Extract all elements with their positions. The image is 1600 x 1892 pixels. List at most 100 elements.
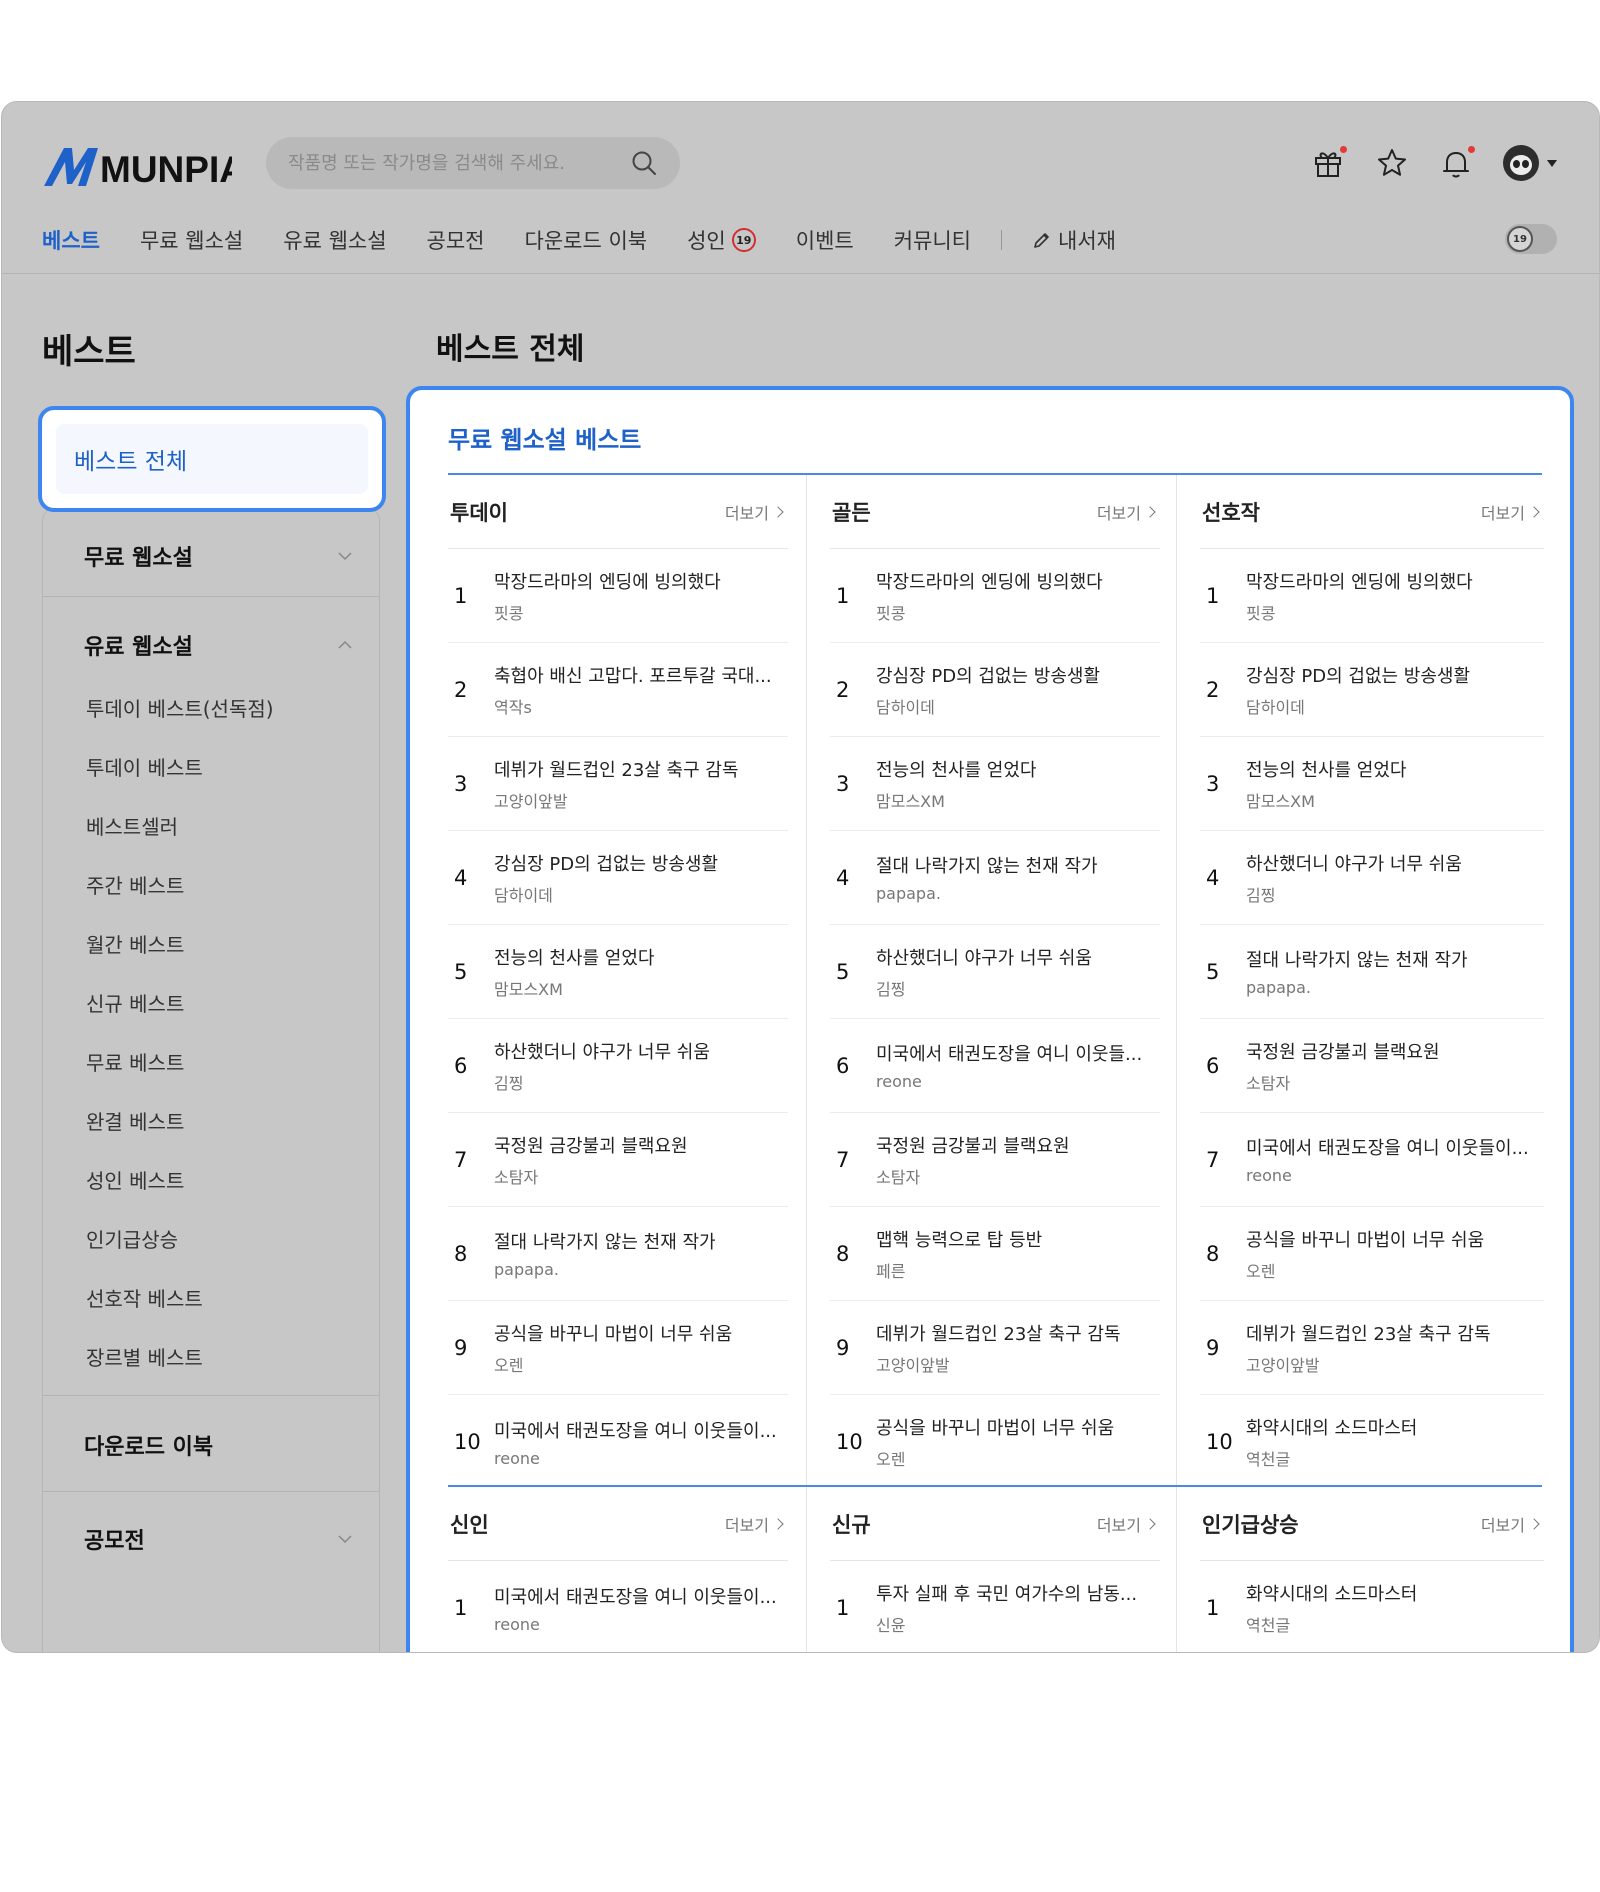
nav-community[interactable]: 커뮤니티 — [894, 225, 971, 255]
profile-menu[interactable] — [1503, 145, 1557, 181]
novel-title[interactable]: 미국에서 태권도장을 여니 이웃들... — [876, 1040, 1160, 1066]
sidebar-item-genre-best[interactable]: 장르별 베스트 — [86, 1342, 203, 1371]
novel-title[interactable]: 국정원 금강불괴 블랙요원 — [494, 1132, 788, 1158]
ranking-item[interactable]: 9 데뷔가 월드컵인 23살 축구 감독 고양이앞발 — [830, 1301, 1160, 1395]
more-link[interactable]: 더보기 — [725, 1512, 788, 1536]
novel-title[interactable]: 하산했더니 야구가 너무 쉬움 — [876, 944, 1160, 970]
nav-my-library[interactable]: 내서재 — [1032, 225, 1116, 255]
novel-title[interactable]: 데뷔가 월드컵인 23살 축구 감독 — [494, 756, 788, 782]
ranking-item[interactable]: 9 공식을 바꾸니 마법이 너무 쉬움 오렌 — [448, 1301, 788, 1395]
sidebar-item-preferred-best[interactable]: 선호작 베스트 — [86, 1283, 203, 1312]
sidebar-item-monthly-best[interactable]: 월간 베스트 — [86, 929, 184, 958]
sidebar-item-best-all[interactable]: 베스트 전체 — [38, 406, 386, 512]
ranking-item[interactable]: 10 공식을 바꾸니 마법이 너무 쉬움 오렌 — [830, 1395, 1160, 1489]
novel-title[interactable]: 데뷔가 월드컵인 23살 축구 감독 — [876, 1320, 1160, 1346]
novel-title[interactable]: 국정원 금강불괴 블랙요원 — [876, 1132, 1160, 1158]
novel-title[interactable]: 전능의 천사를 얻었다 — [876, 756, 1160, 782]
novel-title[interactable]: 강심장 PD의 겁없는 방송생활 — [876, 662, 1160, 688]
novel-title[interactable]: 공식을 바꾸니 마법이 너무 쉬움 — [876, 1414, 1160, 1440]
novel-title[interactable]: 하산했더니 야구가 너무 쉬움 — [1246, 850, 1544, 876]
sidebar-item-bestseller[interactable]: 베스트셀러 — [86, 811, 178, 840]
novel-title[interactable]: 절대 나락가지 않는 천재 작가 — [876, 852, 1160, 878]
nav-contest[interactable]: 공모전 — [427, 225, 485, 255]
ranking-item[interactable]: 4 강심장 PD의 겁없는 방송생활 담하이데 — [448, 831, 788, 925]
favorites-button[interactable] — [1375, 146, 1409, 180]
ranking-item[interactable]: 1 미국에서 태권도장을 여니 이웃들이... reone — [448, 1561, 788, 1652]
ranking-item[interactable]: 7 국정원 금강불괴 블랙요원 소탐자 — [448, 1113, 788, 1207]
search-bar[interactable] — [266, 137, 680, 189]
novel-title[interactable]: 미국에서 태권도장을 여니 이웃들이... — [494, 1417, 788, 1443]
sidebar-item-trending[interactable]: 인기급상승 — [86, 1224, 178, 1253]
ranking-item[interactable]: 10 미국에서 태권도장을 여니 이웃들이... reone — [448, 1395, 788, 1489]
ranking-item[interactable]: 5 절대 나락가지 않는 천재 작가 papapa. — [1200, 925, 1544, 1019]
ranking-item[interactable]: 1 투자 실패 후 국민 여가수의 남동... 신윤 — [830, 1561, 1160, 1652]
novel-title[interactable]: 미국에서 태권도장을 여니 이웃들이... — [494, 1583, 788, 1609]
novel-title[interactable]: 강심장 PD의 겁없는 방송생활 — [1246, 662, 1544, 688]
novel-title[interactable]: 화약시대의 소드마스터 — [1246, 1580, 1544, 1606]
ranking-item[interactable]: 6 하산했더니 야구가 너무 쉬움 김찡 — [448, 1019, 788, 1113]
novel-title[interactable]: 절대 나락가지 않는 천재 작가 — [1246, 946, 1544, 972]
novel-title[interactable]: 막장드라마의 엔딩에 빙의했다 — [876, 568, 1160, 594]
ranking-item[interactable]: 7 미국에서 태권도장을 여니 이웃들이... reone — [1200, 1113, 1544, 1207]
nav-paid-webnovel[interactable]: 유료 웹소설 — [283, 225, 386, 255]
ranking-item[interactable]: 2 강심장 PD의 겁없는 방송생활 담하이데 — [1200, 643, 1544, 737]
ranking-item[interactable]: 1 막장드라마의 엔딩에 빙의했다 핏콩 — [830, 549, 1160, 643]
ranking-item[interactable]: 5 하산했더니 야구가 너무 쉬움 김찡 — [830, 925, 1160, 1019]
novel-title[interactable]: 막장드라마의 엔딩에 빙의했다 — [1246, 568, 1544, 594]
search-icon[interactable] — [630, 149, 658, 177]
nav-best[interactable]: 베스트 — [42, 225, 100, 255]
novel-title[interactable]: 절대 나락가지 않는 천재 작가 — [494, 1228, 788, 1254]
nav-event[interactable]: 이벤트 — [796, 225, 854, 255]
munpia-logo[interactable]: MUNPIA — [42, 140, 232, 190]
ranking-item[interactable]: 5 전능의 천사를 얻었다 맘모스XM — [448, 925, 788, 1019]
ranking-item[interactable]: 3 데뷔가 월드컵인 23살 축구 감독 고양이앞발 — [448, 737, 788, 831]
ranking-item[interactable]: 1 막장드라마의 엔딩에 빙의했다 핏콩 — [1200, 549, 1544, 643]
ranking-item[interactable]: 10 화약시대의 소드마스터 역천글 — [1200, 1395, 1544, 1489]
novel-title[interactable]: 막장드라마의 엔딩에 빙의했다 — [494, 568, 788, 594]
novel-title[interactable]: 공식을 바꾸니 마법이 너무 쉬움 — [494, 1320, 788, 1346]
novel-title[interactable]: 하산했더니 야구가 너무 쉬움 — [494, 1038, 788, 1064]
adult-content-toggle[interactable]: 19 — [1505, 224, 1557, 254]
novel-title[interactable]: 투자 실패 후 국민 여가수의 남동... — [876, 1580, 1160, 1606]
novel-title[interactable]: 강심장 PD의 겁없는 방송생활 — [494, 850, 788, 876]
notifications-button[interactable] — [1439, 146, 1475, 180]
sidebar-item-adult-best[interactable]: 성인 베스트 — [86, 1165, 184, 1194]
nav-adult[interactable]: 성인 19 — [687, 225, 756, 255]
sidebar-section-free[interactable]: 무료 웹소설 — [84, 540, 352, 572]
sidebar-item-free-best[interactable]: 무료 베스트 — [86, 1047, 184, 1076]
ranking-item[interactable]: 2 강심장 PD의 겁없는 방송생활 담하이데 — [830, 643, 1160, 737]
sidebar-item-weekly-best[interactable]: 주간 베스트 — [86, 870, 184, 899]
novel-title[interactable]: 미국에서 태권도장을 여니 이웃들이... — [1246, 1134, 1544, 1160]
more-link[interactable]: 더보기 — [1097, 1512, 1160, 1536]
novel-title[interactable]: 전능의 천사를 얻었다 — [494, 944, 788, 970]
ranking-item[interactable]: 8 절대 나락가지 않는 천재 작가 papapa. — [448, 1207, 788, 1301]
novel-title[interactable]: 맵핵 능력으로 탑 등반 — [876, 1226, 1160, 1252]
novel-title[interactable]: 데뷔가 월드컵인 23살 축구 감독 — [1246, 1320, 1544, 1346]
nav-download-ebook[interactable]: 다운로드 이북 — [525, 225, 648, 255]
ranking-item[interactable]: 4 절대 나락가지 않는 천재 작가 papapa. — [830, 831, 1160, 925]
ranking-item[interactable]: 6 국정원 금강불괴 블랙요원 소탐자 — [1200, 1019, 1544, 1113]
more-link[interactable]: 더보기 — [725, 500, 788, 524]
ranking-item[interactable]: 2 축협아 배신 고맙다. 포르투갈 국대... 역작s — [448, 643, 788, 737]
sidebar-item-today-best[interactable]: 투데이 베스트 — [86, 752, 203, 781]
novel-title[interactable]: 공식을 바꾸니 마법이 너무 쉬움 — [1246, 1226, 1544, 1252]
ranking-item[interactable]: 7 국정원 금강불괴 블랙요원 소탐자 — [830, 1113, 1160, 1207]
gift-button[interactable] — [1311, 146, 1347, 180]
ranking-item[interactable]: 1 막장드라마의 엔딩에 빙의했다 핏콩 — [448, 549, 788, 643]
ranking-item[interactable]: 4 하산했더니 야구가 너무 쉬움 김찡 — [1200, 831, 1544, 925]
ranking-item[interactable]: 1 화약시대의 소드마스터 역천글 — [1200, 1561, 1544, 1652]
more-link[interactable]: 더보기 — [1481, 500, 1544, 524]
sidebar-item-complete-best[interactable]: 완결 베스트 — [86, 1106, 184, 1135]
more-link[interactable]: 더보기 — [1481, 1512, 1544, 1536]
sidebar-item-today-best-exclusive[interactable]: 투데이 베스트(선독점) — [86, 693, 274, 722]
sidebar-section-download-ebook[interactable]: 다운로드 이북 — [84, 1429, 352, 1461]
ranking-item[interactable]: 8 맵핵 능력으로 탑 등반 페른 — [830, 1207, 1160, 1301]
sidebar-section-paid[interactable]: 유료 웹소설 — [84, 629, 352, 661]
ranking-item[interactable]: 3 전능의 천사를 얻었다 맘모스XM — [830, 737, 1160, 831]
novel-title[interactable]: 축협아 배신 고맙다. 포르투갈 국대... — [494, 662, 788, 688]
sidebar-section-contest[interactable]: 공모전 — [84, 1523, 352, 1555]
ranking-item[interactable]: 6 미국에서 태권도장을 여니 이웃들... reone — [830, 1019, 1160, 1113]
novel-title[interactable]: 전능의 천사를 얻었다 — [1246, 756, 1544, 782]
search-input[interactable] — [288, 152, 630, 174]
novel-title[interactable]: 화약시대의 소드마스터 — [1246, 1414, 1544, 1440]
